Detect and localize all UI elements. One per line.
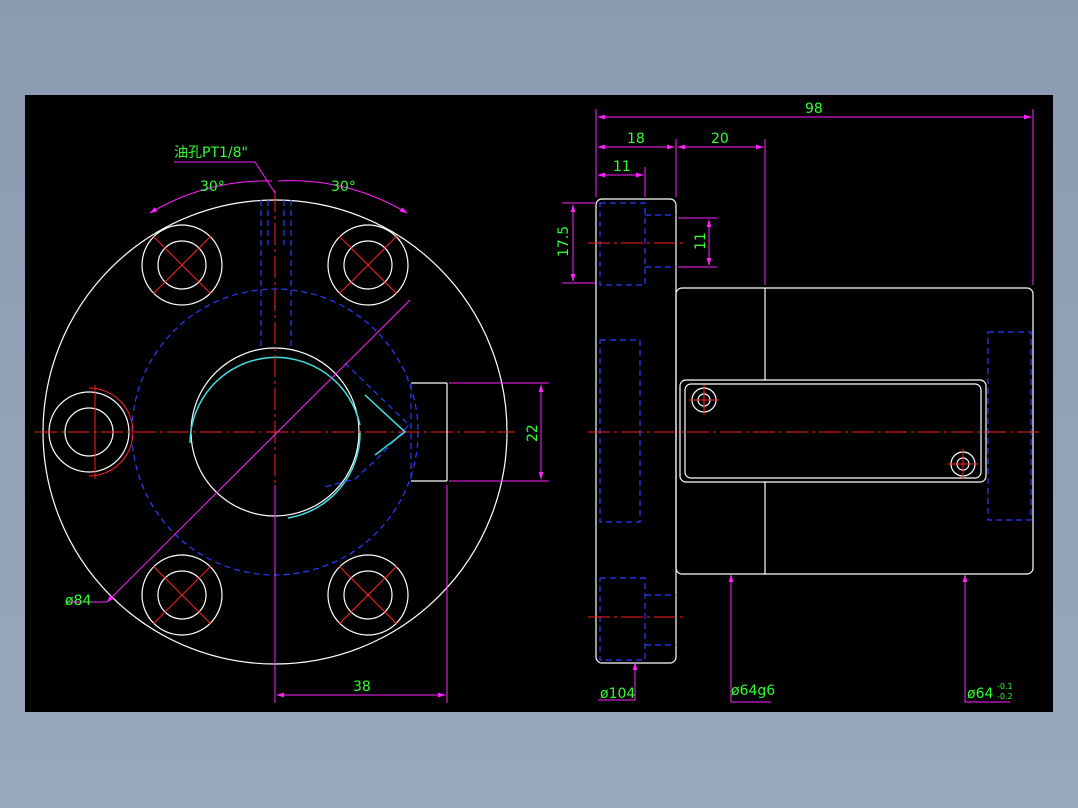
inner-groove-inner bbox=[684, 383, 982, 479]
end-hidden bbox=[987, 331, 1032, 521]
angle-left-label: 30° bbox=[200, 179, 225, 195]
dimension-11-top-label: 11 bbox=[613, 159, 631, 175]
diameter-64-label: ø64 bbox=[967, 686, 993, 702]
body-outline bbox=[675, 287, 1034, 575]
dimension-20-label: 20 bbox=[711, 131, 729, 147]
diameter-84-label: ø84 bbox=[65, 593, 91, 609]
drawing-canvas[interactable]: ø84 30° 30° 油孔PT1/8" 38 22 98 18 20 11 1… bbox=[25, 95, 1053, 712]
model-space-background: ø84 30° 30° 油孔PT1/8" 38 22 98 18 20 11 1… bbox=[0, 0, 1078, 808]
dimension-17-5-label: 17.5 bbox=[556, 226, 572, 257]
diameter-64g6-label: ø64g6 bbox=[731, 683, 775, 699]
bolt-hole-hidden-top bbox=[599, 202, 646, 286]
front-view: ø84 30° 30° 油孔PT1/8" 38 22 bbox=[35, 145, 549, 703]
tolerance-lower: -0.2 bbox=[997, 692, 1013, 701]
diameter-84-leader bbox=[106, 299, 411, 603]
dimension-22-label: 22 bbox=[525, 424, 541, 442]
bolt-hole-top-right bbox=[327, 224, 409, 306]
bolt-hole-top-left bbox=[141, 224, 223, 306]
angle-right-label: 30° bbox=[331, 179, 356, 195]
tolerance-upper: -0.1 bbox=[997, 682, 1013, 691]
bolt-hole-hidden-bottom bbox=[599, 577, 646, 661]
inner-groove-outer bbox=[679, 379, 987, 483]
dimension-38-label: 38 bbox=[353, 679, 371, 695]
bolt-hole-bottom-right bbox=[327, 554, 409, 636]
dimension-18-label: 18 bbox=[627, 131, 645, 147]
side-view: 98 18 20 11 17.5 11 ø104 ø64g6 ø64 -0.1 … bbox=[556, 101, 1043, 703]
bolt-hole-bottom-left bbox=[141, 554, 223, 636]
flange-outline bbox=[595, 198, 677, 664]
bore-hidden bbox=[599, 339, 641, 523]
oil-hole-label: 油孔PT1/8" bbox=[174, 145, 248, 161]
dimension-98-label: 98 bbox=[805, 101, 823, 117]
dimension-11-side-label: 11 bbox=[693, 232, 709, 250]
diameter-104-label: ø104 bbox=[600, 686, 635, 702]
cad-drawing: ø84 30° 30° 油孔PT1/8" 38 22 98 18 20 11 1… bbox=[35, 101, 1043, 703]
thread-arc-lower bbox=[287, 430, 361, 519]
